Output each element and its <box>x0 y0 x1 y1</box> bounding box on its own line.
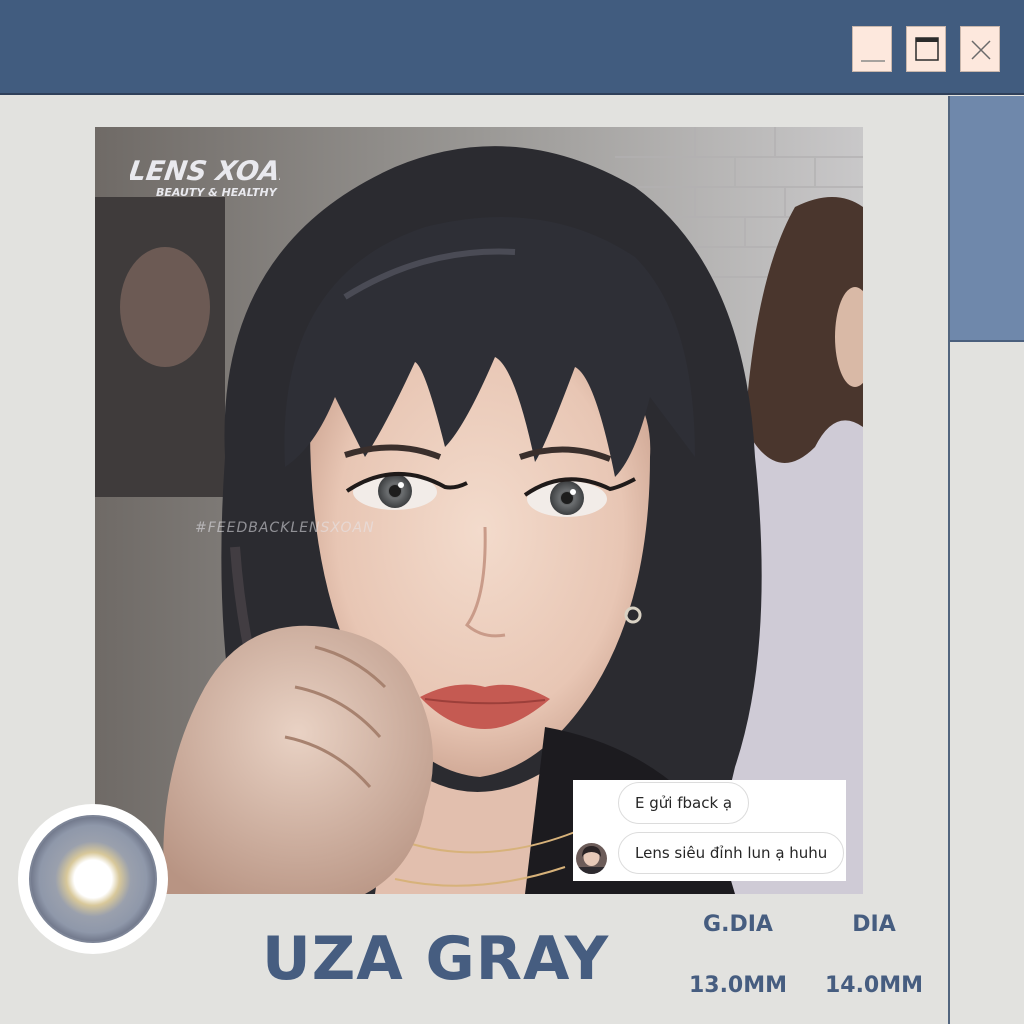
maximize-icon <box>915 37 939 61</box>
close-icon <box>971 40 991 60</box>
chat-message-bubble: E gửi fback ạ <box>618 782 750 824</box>
minimize-button[interactable] <box>852 26 892 72</box>
spec-value-gdia: 13.0MM <box>688 973 788 998</box>
svg-text:BEAUTY & HEALTHY: BEAUTY & HEALTHY <box>156 186 278 199</box>
close-button[interactable] <box>960 26 1000 72</box>
spec-value-dia: 14.0MM <box>824 973 924 998</box>
spec-label-gdia: G.DIA <box>703 912 773 937</box>
chat-message-bubble: Lens siêu đỉnh lun ạ huhu <box>618 832 845 874</box>
product-name: UZA GRAY <box>262 924 610 994</box>
brand-logo: LENS XOAN BEAUTY & HEALTHY <box>127 150 305 205</box>
minimize-icon <box>861 60 885 62</box>
avatar <box>576 843 607 874</box>
side-accent-panel <box>950 96 1024 342</box>
hashtag-watermark: #FEEDBACKLENSXOAN <box>195 520 375 536</box>
spec-label-dia: DIA <box>852 912 896 937</box>
svg-text:LENS XOAN: LENS XOAN <box>130 156 280 187</box>
lens-sample-image <box>18 804 168 954</box>
maximize-button[interactable] <box>906 26 946 72</box>
customer-photo <box>95 127 863 894</box>
